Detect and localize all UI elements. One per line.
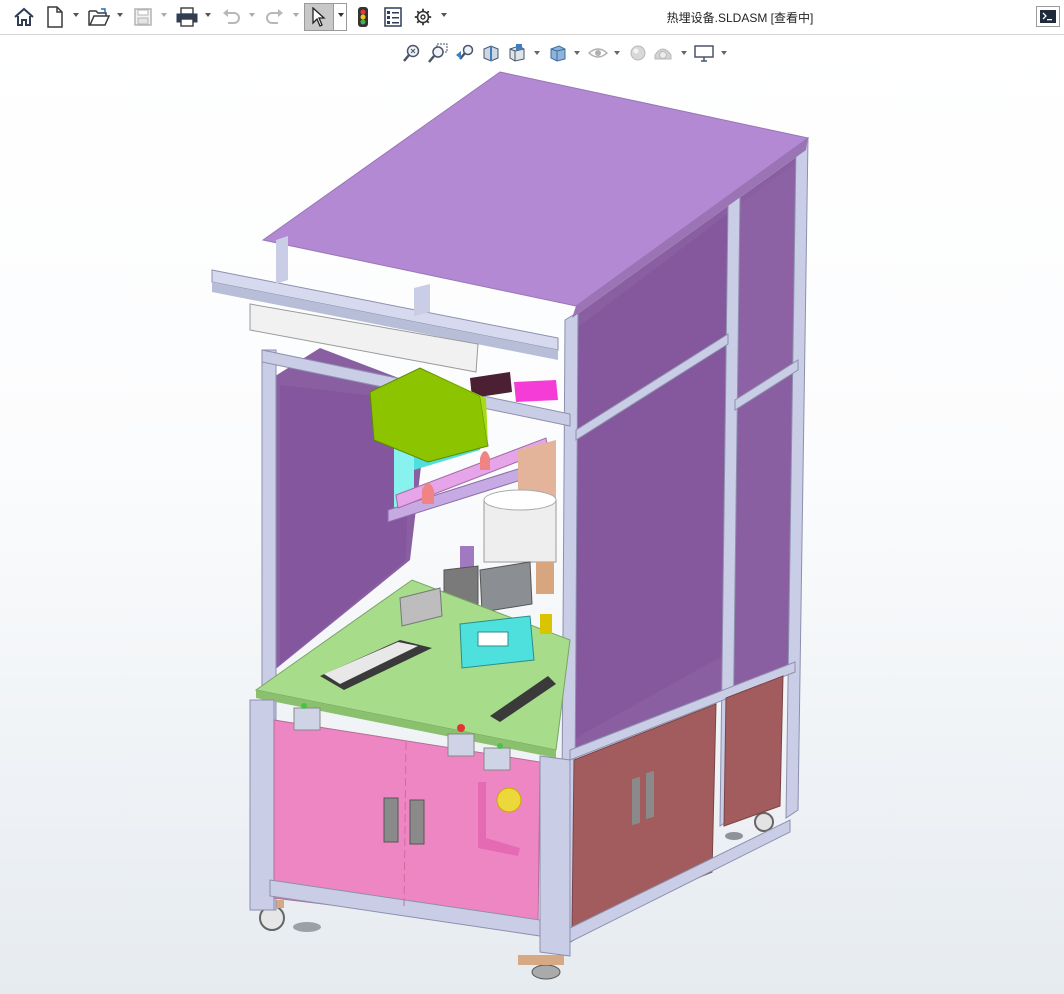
select-menu-button[interactable] [334,3,347,31]
file-properties-button[interactable] [382,5,404,29]
options-gear-icon [414,8,432,26]
assembly-model[interactable] [0,35,1064,994]
home-button[interactable] [12,5,36,29]
undo-icon [223,9,240,24]
home-icon [14,7,34,26]
print-menu-chevron-icon[interactable] [205,13,211,17]
menu-toolbar: 热埋设备.SLDASM [查看中] [0,0,1064,35]
redo-button[interactable] [264,5,286,29]
command-prompt-button[interactable] [1036,6,1060,27]
rebuild-button[interactable] [354,5,372,29]
print-button[interactable] [175,5,199,29]
solidworks-window: 热埋设备.SLDASM [查看中] [0,0,1064,994]
new-document-button[interactable] [44,5,66,29]
interior-mechanism [369,367,558,613]
select-menu-chevron-icon [338,13,344,17]
select-button[interactable] [304,3,334,31]
command-prompt-icon [1040,10,1056,23]
file-properties-icon [384,7,402,27]
redo-menu-chevron-icon[interactable] [293,13,299,17]
options-menu-chevron-icon[interactable] [441,13,447,17]
new-document-icon [47,6,63,28]
rebuild-traffic-light-icon [358,7,368,27]
open-folder-icon [88,8,110,26]
open-button[interactable] [87,5,111,29]
graphics-area[interactable] [0,35,1064,994]
redo-icon [266,9,283,24]
save-icon [134,8,152,26]
document-title: 热埋设备.SLDASM [查看中] [666,11,814,25]
select-cursor-icon [312,7,326,27]
new-menu-chevron-icon[interactable] [73,13,79,17]
save-menu-chevron-icon[interactable] [161,13,167,17]
options-button[interactable] [412,5,434,29]
save-button[interactable] [132,5,154,29]
undo-button[interactable] [220,5,242,29]
undo-menu-chevron-icon[interactable] [249,13,255,17]
print-icon [176,7,198,27]
open-menu-chevron-icon[interactable] [117,13,123,17]
